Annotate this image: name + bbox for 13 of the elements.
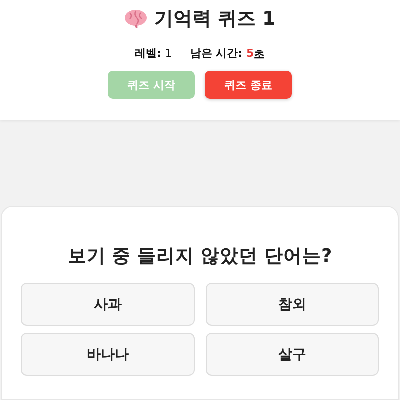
timer-unit: 초: [254, 47, 266, 62]
end-quiz-button[interactable]: 퀴즈 종료: [205, 71, 292, 99]
brain-icon: [124, 9, 148, 29]
timer-value: 5: [246, 47, 254, 62]
level-label: 레벨:: [134, 46, 162, 61]
question-text: 보기 중 들리지 않았던 단어는?: [66, 245, 334, 268]
quiz-title: 기억력 퀴즈 1: [154, 7, 276, 32]
answer-option[interactable]: 참외: [206, 283, 379, 326]
answer-option[interactable]: 살구: [206, 333, 379, 376]
timer-label: 남은 시간:: [190, 46, 242, 61]
answer-option[interactable]: 사과: [21, 283, 194, 326]
answer-option[interactable]: 바나나: [21, 333, 194, 376]
level-value: 1: [165, 47, 172, 60]
